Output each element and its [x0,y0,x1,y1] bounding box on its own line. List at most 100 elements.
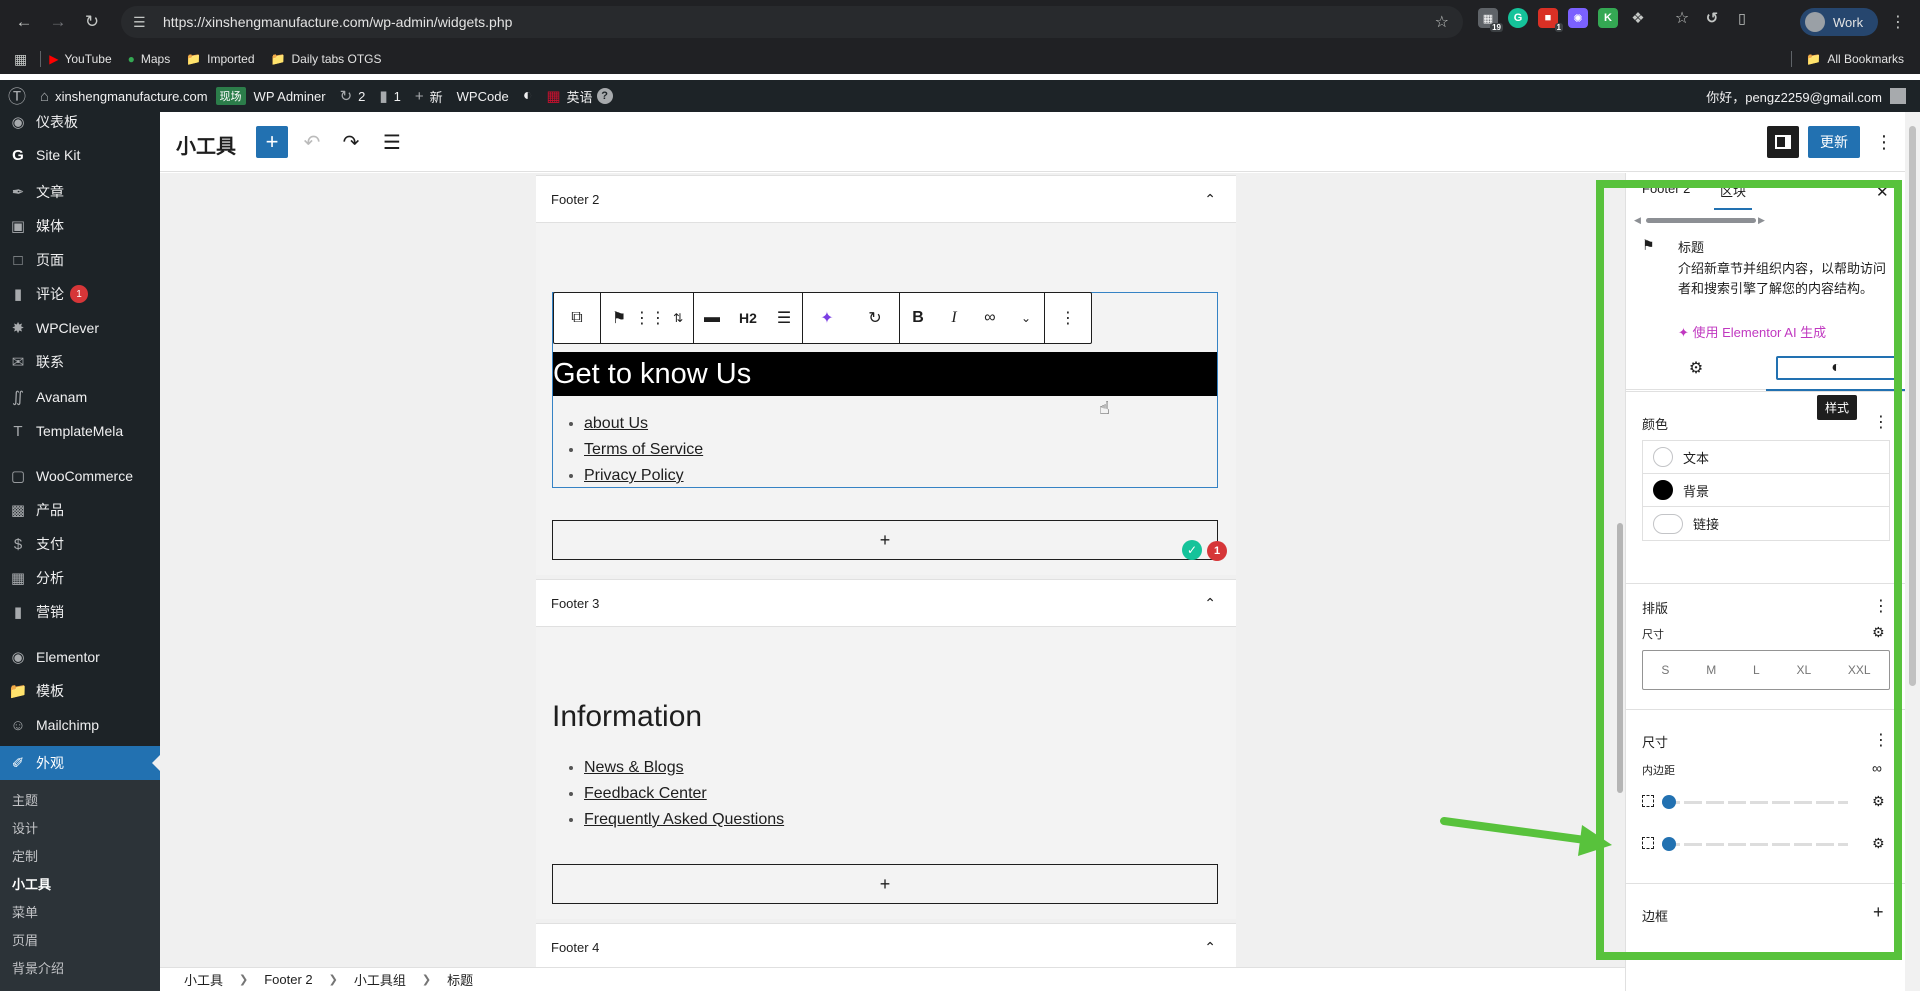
move-up-down-icon[interactable]: ⇅ [663,293,693,343]
breadcrumb-item[interactable]: 小工具 [184,970,223,989]
submenu-widgets[interactable]: 小工具 [12,874,51,893]
site-info-icon[interactable]: ☰ [133,14,153,31]
chevron-up-icon[interactable]: ⌃ [1204,595,1216,612]
side-panel-icon[interactable]: ▯ [1732,8,1752,28]
chevron-up-icon[interactable]: ⌃ [1204,191,1216,208]
admin-bar-account[interactable]: 你好，pengz2259@gmail.com [1706,87,1906,106]
back-icon[interactable]: ← [10,8,38,36]
submenu-design[interactable]: 设计 [12,818,38,837]
bookmark-daily-tabs[interactable]: 📁 Daily tabs OTGS [271,52,382,66]
block-appender-button[interactable]: + [552,864,1218,904]
breadcrumb-item[interactable]: 标题 [447,970,473,989]
italic-icon[interactable]: I [936,293,972,343]
bookmark-maps[interactable]: ● Maps [128,52,171,66]
list-item[interactable]: about Us [584,411,703,437]
block-appender-button[interactable]: + [552,520,1218,560]
address-bar[interactable]: ☰ https://xinshengmanufacture.com/wp-adm… [121,6,1463,38]
ai-sparkle-icon[interactable]: ✦ [803,293,851,343]
sidebar-item-pages[interactable]: □ 页面 [0,243,160,277]
breadcrumb-item[interactable]: Footer 2 [264,972,312,987]
sidebar-item-products[interactable]: ▩ 产品 [0,493,160,527]
sidebar-item-posts[interactable]: ✒ 文章 [0,175,160,209]
admin-bar-site[interactable]: ⌂ xinshengmanufacture.com [40,88,208,105]
more-options-icon[interactable]: ⋮ [1872,126,1896,158]
list-item[interactable]: Privacy Policy [584,463,703,489]
admin-bar-wpcode[interactable]: WPCode [457,89,509,104]
extension-icon[interactable]: ■ 1 [1538,8,1563,32]
submenu-themes[interactable]: 主题 [12,790,38,809]
scrollbar-thumb[interactable] [1909,126,1916,686]
forward-icon[interactable]: → [44,8,72,36]
add-block-button[interactable]: + [256,126,288,158]
admin-bar-search-icon[interactable]: ◐ [523,87,533,105]
block-options-icon[interactable]: ⋮ [1045,293,1091,343]
redo-icon[interactable]: ↷ [335,126,367,158]
widget-area-header[interactable]: Footer 4 ⌃ [536,923,1236,967]
profile-button[interactable]: Work [1800,8,1878,36]
sidebar-item-media[interactable]: ▣ 媒体 [0,209,160,243]
heading-block[interactable]: Get to know Us [553,352,1217,396]
heading-text[interactable]: Get to know Us [553,358,751,391]
sidebar-item-analytics[interactable]: ▦ 分析 [0,561,160,595]
chevron-up-icon[interactable]: ⌃ [1204,939,1216,956]
admin-bar-updates[interactable]: ↻ 2 [340,87,366,105]
widget-area-header[interactable]: Footer 3 ⌃ [536,579,1236,627]
sidebar-item-sitekit[interactable]: G Site Kit [0,138,160,172]
chevron-down-icon[interactable]: ⌄ [1008,293,1044,343]
undo-icon[interactable]: ↶ [296,126,328,158]
bookmarks-star-icon[interactable]: ☆ [1672,8,1692,28]
admin-bar-language[interactable]: ▦ 英语? [546,87,613,106]
widget-area-header[interactable]: Footer 2 ⌃ [536,175,1236,223]
transform-icon[interactable]: ↻ [851,293,899,343]
sidebar-item-comments[interactable]: ▮ 评论 1 [0,277,160,311]
sidebar-item-contact[interactable]: ✉ 联系 [0,345,160,379]
submenu-header[interactable]: 页眉 [12,930,38,949]
puzzle-icon[interactable]: ❖ [1628,8,1648,28]
apps-icon[interactable]: ▦ [14,51,27,68]
grammarly-icon[interactable]: ✓ [1182,540,1202,560]
sidebar-item-mailchimp[interactable]: ☺ Mailchimp [0,708,160,742]
list-item[interactable]: Terms of Service [584,437,703,463]
admin-bar-new[interactable]: + 新 [415,87,443,106]
heading-level-button[interactable]: H2 [730,293,766,343]
update-button[interactable]: 更新 [1808,126,1860,158]
sidebar-item-wpclever[interactable]: ✸ WPClever [0,311,160,345]
drag-handle-icon[interactable]: ⋮⋮ [634,293,666,343]
extension-icon[interactable]: K [1598,8,1618,28]
sidebar-item-templates[interactable]: 📁 模板 [0,674,160,708]
all-bookmarks[interactable]: 📁 All Bookmarks [1806,52,1904,66]
extension-icon[interactable]: ▦ 19 [1478,8,1503,32]
sidebar-item-woocommerce[interactable]: ▢ WooCommerce [0,459,160,493]
bookmark-imported[interactable]: 📁 Imported [186,52,254,66]
parent-block-icon[interactable]: ⧉ [554,293,600,343]
admin-bar-comments[interactable]: ▮ 1 [379,87,401,105]
reload-icon[interactable]: ↻ [78,8,106,36]
sidebar-item-appearance[interactable]: ✐ 外观 [0,746,160,780]
heading-block[interactable]: Information [552,700,702,734]
wordpress-logo-icon[interactable]: Ⓣ [8,83,26,109]
chrome-menu-icon[interactable]: ⋮ [1890,12,1906,32]
list-item[interactable]: News & Blogs [584,755,784,781]
sidebar-item-marketing[interactable]: ▮ 营销 [0,595,160,629]
grammarly-icon[interactable]: G [1508,8,1528,28]
list-item[interactable]: Frequently Asked Questions [584,807,784,833]
bookmark-star-icon[interactable]: ☆ [1435,12,1449,32]
sidebar-item-payments[interactable]: $ 支付 [0,527,160,561]
submenu-customize[interactable]: 定制 [12,846,38,865]
text-align-icon[interactable]: ☰ [766,293,802,343]
extension-icon[interactable]: ✺ [1568,8,1588,28]
history-icon[interactable]: ↺ [1702,8,1722,28]
bookmark-youtube[interactable]: ▶ YouTube [49,52,111,66]
inspector-scrollbar[interactable] [1905,112,1920,991]
sidebar-item-dashboard[interactable]: ◉ 仪表板 [0,112,160,139]
sidebar-item-elementor[interactable]: ◉ Elementor [0,640,160,674]
list-item[interactable]: Feedback Center [584,781,784,807]
align-icon[interactable]: ▬ [694,293,730,343]
submenu-background[interactable]: 背景介绍 [12,958,64,977]
sidebar-item-avanam[interactable]: ∬ Avanam [0,380,160,414]
link-icon[interactable]: ∞ [972,293,1008,343]
list-view-icon[interactable]: ☰ [376,126,408,158]
settings-toggle-button[interactable] [1767,126,1799,158]
submenu-menus[interactable]: 菜单 [12,902,38,921]
admin-bar-env[interactable]: 现场 WP Adminer [215,87,326,105]
